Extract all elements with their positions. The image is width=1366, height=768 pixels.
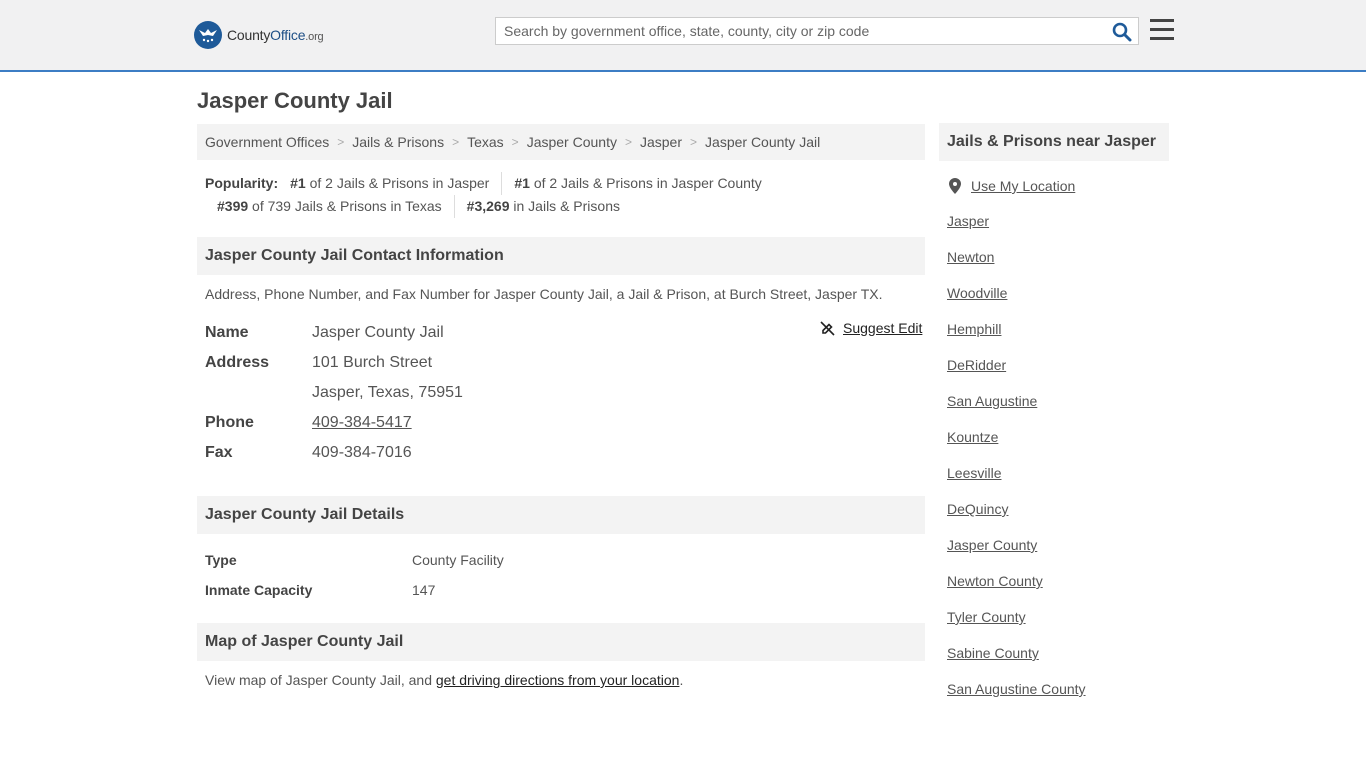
fax-value: 409-384-7016 [312,444,412,461]
breadcrumb-item[interactable]: Government Offices [205,134,329,150]
breadcrumb: Government Offices > Jails & Prisons > Tex… [197,124,925,160]
nearby-link[interactable]: Kountze [947,429,998,445]
list-item: San Augustine [947,393,1086,429]
list-item: DeQuincy [947,501,1086,537]
search-icon[interactable] [1112,22,1132,42]
list-item: Tyler County [947,609,1086,645]
popularity-label: Popularity: [205,175,279,191]
search-box [495,17,1139,45]
fax-label: Fax [205,444,233,461]
nearby-link[interactable]: San Augustine County [947,681,1086,697]
details-table: Type County Facility Inmate Capacity 147 [205,545,504,605]
breadcrumb-item[interactable]: Jasper County [527,134,617,150]
nearby-link[interactable]: Jasper County [947,537,1037,553]
nearby-link[interactable]: Jasper [947,213,989,229]
list-item: Sabine County [947,645,1086,681]
contact-table: Name Jasper County Jail Address 101 Burch … [205,318,925,468]
list-item: Jasper [947,213,1086,249]
logo-wordmark: CountyOffice.org [227,27,324,43]
chevron-right-icon: > [337,135,345,149]
breadcrumb-item[interactable]: Jasper [640,134,682,150]
breadcrumb-item[interactable]: Texas [467,134,504,150]
contact-heading: Jasper County Jail Contact Information [197,237,925,275]
site-logo[interactable]: CountyOffice.org [194,20,324,50]
nearby-link[interactable]: Hemphill [947,321,1001,337]
top-bar: CountyOffice.org [0,0,1366,72]
driving-directions-link[interactable]: get driving directions from your locatio… [436,672,680,688]
breadcrumb-current: Jasper County Jail [705,134,821,150]
capacity-label: Inmate Capacity [205,582,313,598]
breadcrumb-item[interactable]: Jails & Prisons [352,134,444,150]
popularity-section: Popularity: #1 of 2 Jails & Prisons in Ja… [205,172,925,218]
type-value: County Facility [412,552,504,568]
details-heading: Jasper County Jail Details [197,496,925,534]
nearby-link[interactable]: Woodville [947,285,1007,301]
nearby-list: Jasper Newton Woodville Hemphill DeRidde… [947,213,1086,717]
nearby-link[interactable]: Newton [947,249,994,265]
popularity-rank: #3,269 in Jails & Prisons [466,198,620,214]
use-my-location-button[interactable]: Use My Location [949,178,1075,194]
chevron-right-icon: > [624,135,632,149]
nearby-link[interactable]: San Augustine [947,393,1037,409]
map-description: View map of Jasper County Jail, and get … [205,672,684,688]
map-heading: Map of Jasper County Jail [197,623,925,661]
name-value: Jasper County Jail [312,324,444,341]
name-label: Name [205,324,249,341]
nearby-link[interactable]: DeQuincy [947,501,1008,517]
map-pin-icon [949,178,961,194]
list-item: Kountze [947,429,1086,465]
list-item: San Augustine County [947,681,1086,717]
chevron-right-icon: > [452,135,460,149]
popularity-rank: #399 of 739 Jails & Prisons in Texas [217,195,455,218]
list-item: Newton County [947,573,1086,609]
contact-description: Address, Phone Number, and Fax Number fo… [205,286,883,302]
list-item: Woodville [947,285,1086,321]
search-input[interactable] [496,18,1112,44]
eagle-logo-icon [194,21,222,49]
address-line2: Jasper, Texas, 75951 [312,384,463,401]
sidebar-heading: Jails & Prisons near Jasper [939,123,1169,161]
popularity-rank: #1 of 2 Jails & Prisons in Jasper County [514,175,762,191]
popularity-rank: #1 of 2 Jails & Prisons in Jasper [290,172,503,195]
hamburger-menu-icon[interactable] [1150,19,1174,41]
nearby-link[interactable]: Newton County [947,573,1043,589]
nearby-link[interactable]: DeRidder [947,357,1006,373]
address-label: Address [205,354,270,371]
phone-link[interactable]: 409-384-5417 [312,414,412,432]
capacity-value: 147 [412,582,436,598]
nearby-link[interactable]: Leesville [947,465,1001,481]
chevron-right-icon: > [511,135,519,149]
address-line1: 101 Burch Street [312,354,433,371]
list-item: Leesville [947,465,1086,501]
list-item: Jasper County [947,537,1086,573]
nearby-link[interactable]: Sabine County [947,645,1039,661]
type-label: Type [205,552,237,568]
page-title: Jasper County Jail [197,88,393,113]
chevron-right-icon: > [690,135,698,149]
nearby-link[interactable]: Tyler County [947,609,1026,625]
list-item: Hemphill [947,321,1086,357]
list-item: Newton [947,249,1086,285]
list-item: DeRidder [947,357,1086,393]
phone-label: Phone [205,414,254,431]
